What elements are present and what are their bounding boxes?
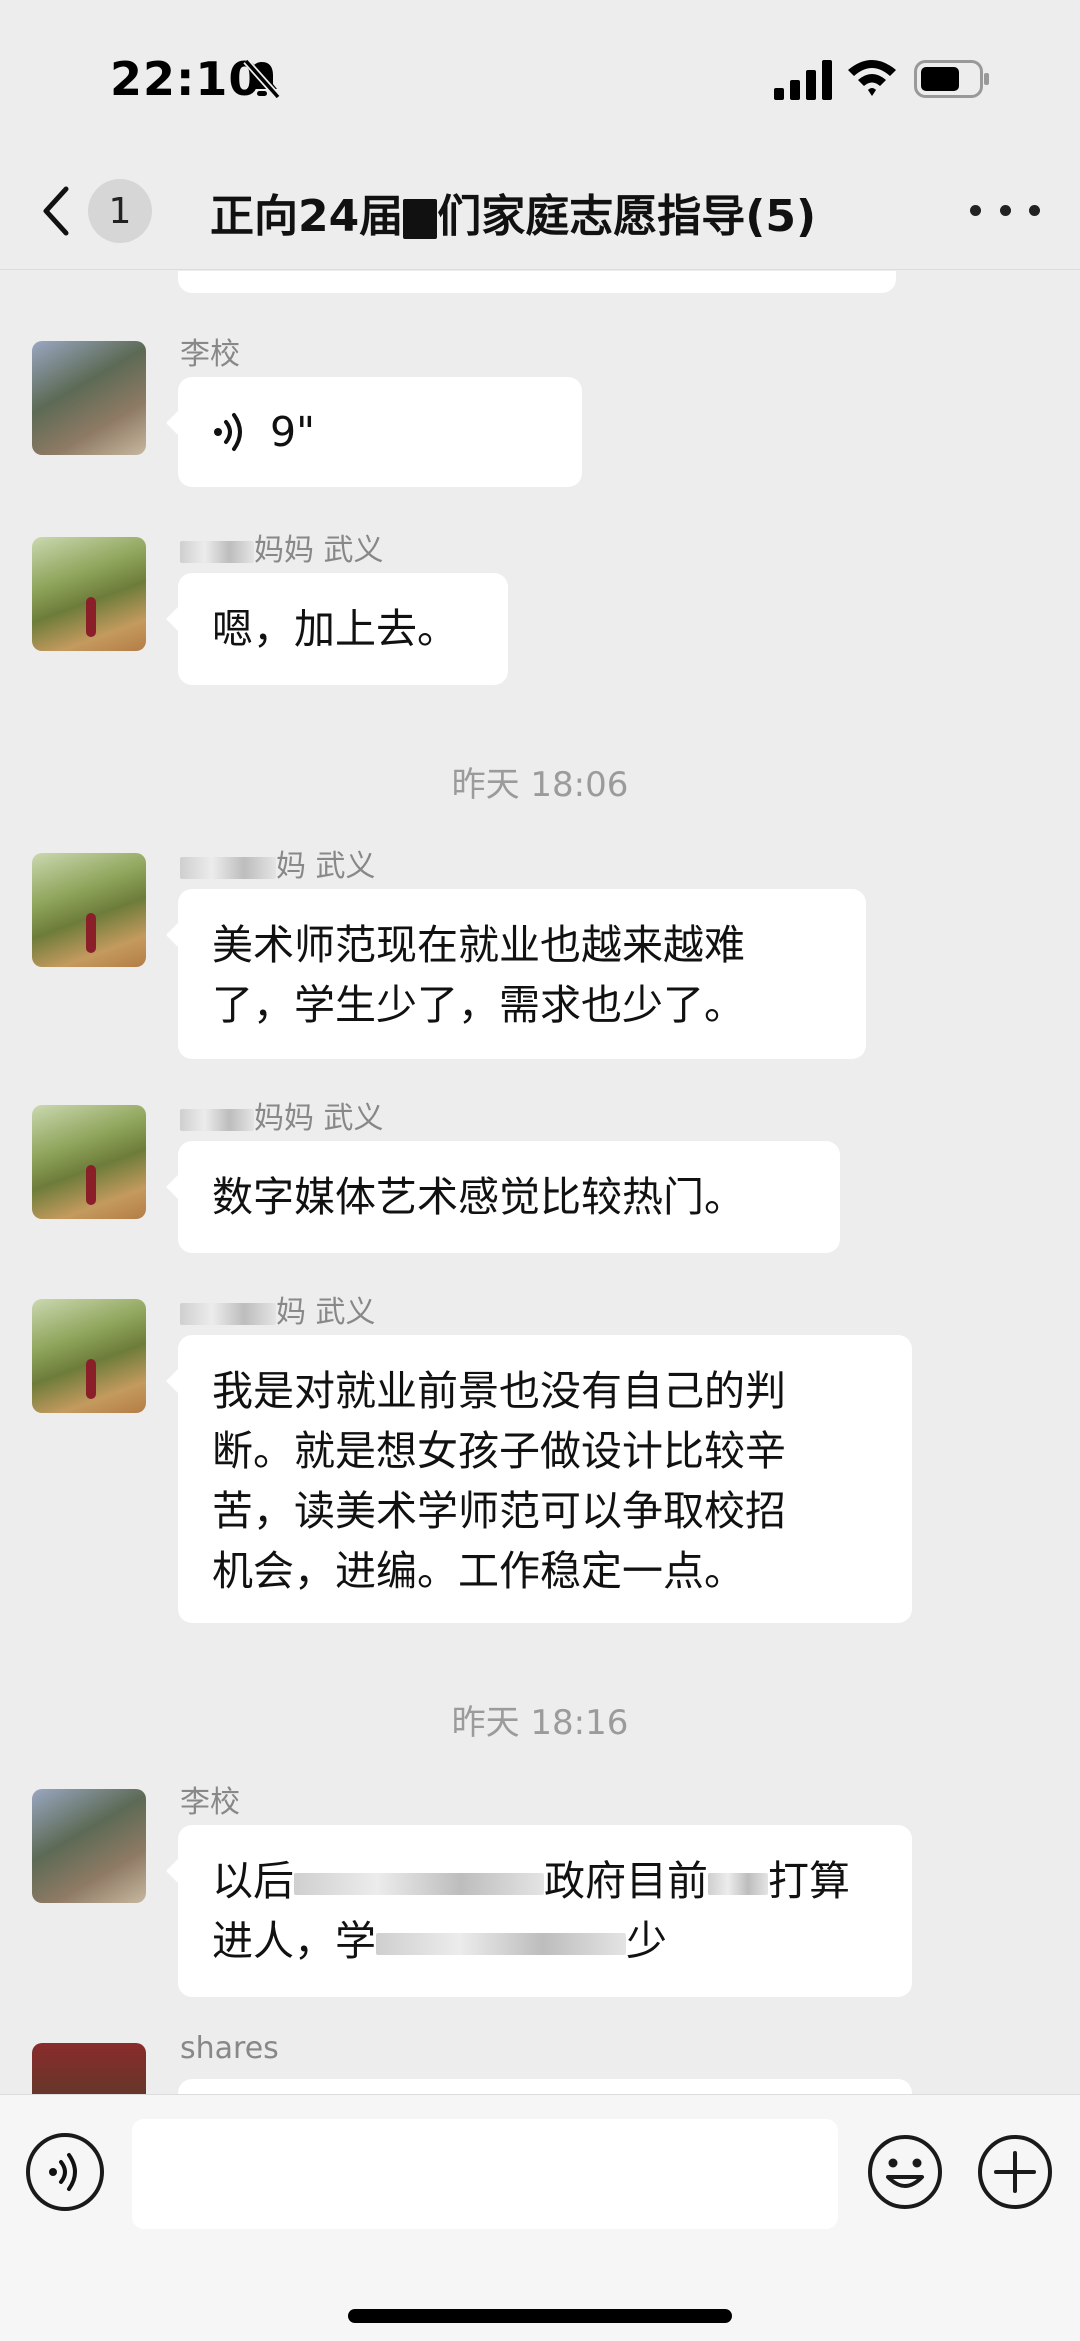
sender-name: 李校	[180, 1785, 240, 1820]
previous-message-bubble[interactable]	[178, 271, 896, 293]
text-message-bubble[interactable]: 我是对就业前景也没有自己的判 断。就是想女孩子做设计比较辛 苦，读美术学师范可以…	[166, 1335, 912, 1623]
message-text-line: 以后 政府目前 打算	[212, 1857, 850, 1905]
redacted-name	[180, 1108, 254, 1131]
message-text-line: 断。就是想女孩子做设计比较辛	[212, 1427, 786, 1475]
avatar[interactable]	[32, 1299, 146, 1413]
voice-message-bubble[interactable]: 9"	[166, 377, 582, 487]
timestamp: 昨天 18:16	[451, 1703, 629, 1743]
text-message-bubble[interactable]: 以后 政府目前 打算 进人，学少	[166, 1825, 912, 1997]
wifi-icon	[848, 60, 896, 96]
sender-name: 李校	[180, 337, 240, 372]
text-message-bubble[interactable]: 美术师范现在就业也越来越难 了，学生少了，需求也少了。	[166, 889, 866, 1059]
chat-title: 正向24届 们家庭志愿指导(5)	[210, 180, 910, 244]
avatar[interactable]	[32, 2043, 146, 2094]
redacted-name	[180, 856, 276, 879]
avatar[interactable]	[32, 537, 146, 651]
back-icon	[43, 186, 69, 236]
chat-header: 1 正向24届 们家庭志愿指导(5)	[0, 150, 1080, 270]
message-text-line: 我是对就业前景也没有自己的判	[212, 1367, 786, 1415]
battery-icon	[914, 60, 989, 98]
redacted-name	[180, 540, 254, 563]
message-text-line: 进人，学少	[212, 1917, 667, 1965]
sender-name: 妈妈 武义	[180, 1093, 384, 1137]
redacted-block	[403, 199, 438, 239]
chat-screen: 22:10 1 正向24届 们家庭志愿指导(5) 李校 9" 妈妈 武义 嗯，加…	[0, 0, 1080, 2341]
plus-icon[interactable]	[976, 2133, 1054, 2211]
emoji-icon[interactable]	[866, 2133, 944, 2211]
voice-duration: 9"	[270, 408, 315, 456]
more-icon	[970, 204, 981, 216]
voice-icon	[214, 413, 242, 451]
redacted-text	[294, 1873, 544, 1895]
input-bar	[0, 2094, 1080, 2341]
sender-name: 妈妈 武义	[180, 525, 384, 569]
more-button[interactable]	[970, 190, 1040, 230]
avatar[interactable]	[32, 1105, 146, 1219]
voice-input-button[interactable]	[26, 2133, 104, 2211]
message-text: 嗯，加上去。	[212, 605, 458, 653]
unread-count-badge: 1	[88, 179, 152, 243]
voice-icon	[49, 2153, 77, 2191]
chat-title-suffix: 们家庭志愿指导(5)	[437, 191, 817, 242]
status-bar: 22:10	[0, 0, 1080, 150]
avatar[interactable]	[32, 853, 146, 967]
home-indicator[interactable]	[348, 2309, 732, 2323]
timestamp: 昨天 18:06	[451, 765, 629, 805]
message-text-line: 苦，读美术学师范可以争取校招	[212, 1487, 786, 1535]
message-input[interactable]	[132, 2119, 838, 2229]
sender-name: 妈 武义	[180, 1287, 376, 1331]
sender-name: shares	[180, 2031, 279, 2066]
redacted-text	[376, 1933, 626, 1955]
signal-icon	[774, 60, 832, 100]
redacted-text	[708, 1873, 768, 1895]
avatar[interactable]	[32, 1789, 146, 1903]
redacted-name	[180, 1302, 276, 1325]
message-text: 数字媒体艺术感觉比较热门。	[212, 1173, 745, 1221]
message-text-line: 机会，进编。工作稳定一点。	[212, 1547, 745, 1595]
message-text-line: 美术师范现在就业也越来越难	[212, 921, 745, 969]
bell-slash-icon	[243, 58, 281, 100]
status-time: 22:10	[110, 52, 262, 106]
chat-title-prefix: 正向24届	[210, 191, 404, 242]
text-message-bubble[interactable]	[178, 2079, 912, 2094]
text-message-bubble[interactable]: 嗯，加上去。	[166, 573, 508, 685]
text-message-bubble[interactable]: 数字媒体艺术感觉比较热门。	[166, 1141, 840, 1253]
message-list[interactable]: 李校 9" 妈妈 武义 嗯，加上去。 昨天 18:06 妈 武义 美术师范现在就…	[0, 271, 1080, 2094]
back-button[interactable]: 1	[36, 178, 186, 244]
message-text-line: 了，学生少了，需求也少了。	[212, 981, 745, 1029]
sender-name: 妈 武义	[180, 841, 376, 885]
avatar[interactable]	[32, 341, 146, 455]
